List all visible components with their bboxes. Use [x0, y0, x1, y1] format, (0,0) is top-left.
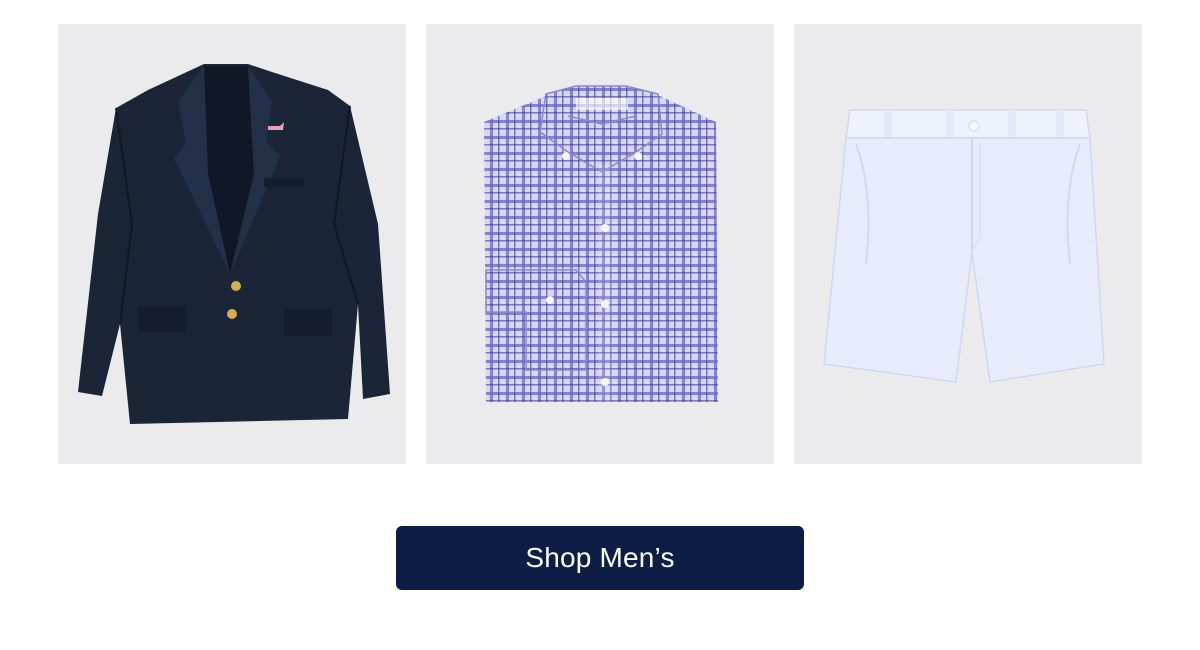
- product-promo-page: Shop Men’s: [0, 0, 1200, 650]
- shorts-image[interactable]: [794, 24, 1142, 464]
- shop-mens-button[interactable]: Shop Men’s: [396, 526, 804, 590]
- product-tile-blazer[interactable]: [58, 24, 406, 464]
- product-tile-shorts[interactable]: [794, 24, 1142, 464]
- product-tile-shirt[interactable]: [426, 24, 774, 464]
- blazer-image[interactable]: [58, 24, 406, 464]
- product-tiles: [58, 24, 1142, 464]
- dress-shirt-image[interactable]: [426, 24, 774, 464]
